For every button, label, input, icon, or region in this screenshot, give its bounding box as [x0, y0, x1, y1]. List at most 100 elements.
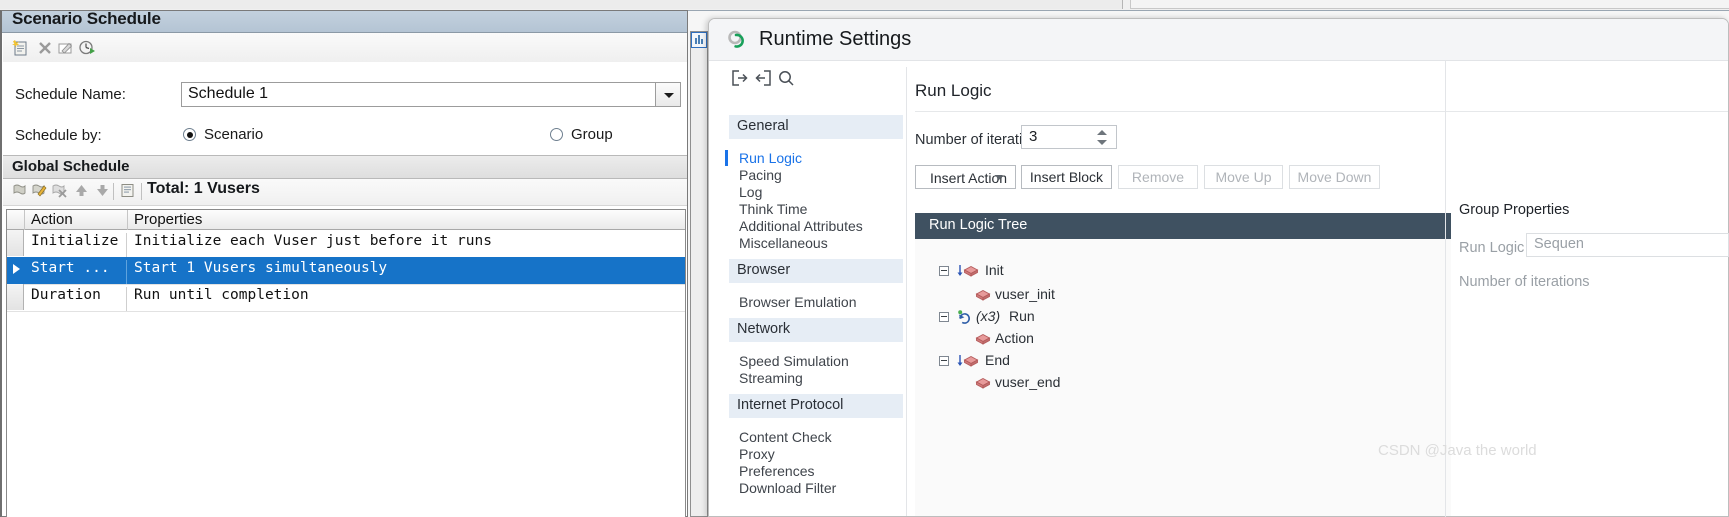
row-action: Initialize — [25, 233, 127, 257]
table-gutter-header — [7, 210, 25, 230]
props-run-logic-value: Sequen — [1534, 236, 1584, 252]
clock-run-icon[interactable] — [77, 38, 97, 58]
sidebar-group-label: Internet Protocol — [737, 397, 844, 413]
run-logic-tree[interactable]: Run Logic Tree Init vuser_init (x3) Run … — [915, 213, 1451, 516]
brick-icon — [975, 332, 991, 345]
insert-block-button[interactable]: Insert Block — [1021, 165, 1112, 189]
global-schedule-table[interactable]: Action Properties Initialize Initialize … — [6, 209, 686, 517]
dialog-sidebar: General Run Logic Pacing Log Think Time … — [723, 61, 903, 516]
sidebar-item-speed-simulation[interactable]: Speed Simulation — [729, 353, 903, 370]
tree-title: Run Logic Tree — [929, 217, 1028, 233]
sidebar-item-download-filter[interactable]: Download Filter — [729, 480, 903, 497]
delete-action-icon[interactable] — [51, 182, 68, 199]
sidebar-item-content-check[interactable]: Content Check — [729, 429, 903, 446]
sidebar-item-preferences[interactable]: Preferences — [729, 463, 903, 480]
tree-node-label: End — [985, 352, 1010, 368]
tree-node-label: Action — [995, 330, 1034, 346]
row-action: Start ... — [25, 260, 127, 284]
move-up-icon[interactable] — [73, 182, 90, 199]
sidebar-item-proxy[interactable]: Proxy — [729, 446, 903, 463]
sidebar-list: General Run Logic Pacing Log Think Time … — [725, 115, 903, 497]
schedule-name-input[interactable]: Schedule 1 — [181, 82, 681, 107]
copy-icon[interactable] — [119, 182, 136, 199]
sidebar-item-run-logic[interactable]: Run Logic — [725, 150, 903, 167]
table-row[interactable]: Start ... Start 1 Vusers simultaneously — [7, 257, 685, 285]
radio-scenario-label: Scenario — [204, 126, 264, 143]
iterations-stepper[interactable]: 3 — [1021, 125, 1117, 149]
global-schedule-toolbar: Total: 1 Vusers — [3, 179, 687, 206]
column-header-properties[interactable]: Properties — [128, 210, 685, 230]
search-icon[interactable] — [777, 69, 795, 92]
dialog-title: Runtime Settings — [759, 28, 912, 50]
props-run-logic-label: Run Logic — [1459, 240, 1525, 256]
table-row[interactable]: Initialize Initialize each Vuser just be… — [7, 230, 685, 258]
dialog-titlebar: Runtime Settings — [709, 19, 1728, 61]
toolbar-separator-1 — [113, 183, 114, 200]
end-brick-icon — [963, 354, 979, 367]
sidebar-item-log[interactable]: Log — [729, 184, 903, 201]
watermark: CSDN @Java the world — [1378, 442, 1537, 459]
sidebar-group-label: Browser — [737, 262, 791, 278]
add-action-icon[interactable] — [11, 182, 28, 199]
tree-node-label: vuser_end — [995, 374, 1061, 390]
sidebar-item-browser-emulation[interactable]: Browser Emulation — [729, 294, 903, 311]
sidebar-group-label: General — [737, 118, 789, 134]
panel-title: Run Logic — [915, 81, 992, 100]
sidebar-item-pacing[interactable]: Pacing — [729, 167, 903, 184]
move-down-button[interactable]: Move Down — [1289, 165, 1380, 189]
page-title: Scenario Schedule — [12, 9, 161, 28]
row-gutter — [7, 284, 24, 310]
sidebar-group-general: General — [729, 115, 903, 139]
move-up-button[interactable]: Move Up — [1204, 165, 1283, 189]
screenshot-root: Scenario Schedule Schedule Name: Schedul… — [0, 0, 1729, 517]
runtime-settings-dialog: Runtime Settings General Run Logic Pacin… — [708, 18, 1729, 517]
sidebar-item-additional-attributes[interactable]: Additional Attributes — [729, 218, 903, 235]
scenario-toolbar — [3, 33, 687, 63]
sidebar-item-think-time[interactable]: Think Time — [729, 201, 903, 218]
delete-icon[interactable] — [35, 38, 55, 58]
chevron-down-icon[interactable] — [655, 83, 680, 106]
row-properties: Start 1 Vusers simultaneously — [134, 260, 388, 276]
move-up-label: Move Up — [1215, 169, 1272, 185]
sidebar-item-streaming[interactable]: Streaming — [729, 370, 903, 387]
move-down-icon[interactable] — [94, 182, 111, 199]
collapse-all-icon[interactable] — [754, 69, 772, 92]
global-schedule-header: Global Schedule — [3, 155, 687, 179]
expand-all-icon[interactable] — [731, 69, 749, 92]
app-background-left — [0, 0, 1123, 9]
edit-action-icon[interactable] — [31, 182, 48, 199]
radio-group[interactable] — [550, 128, 563, 141]
loop-icon — [957, 309, 971, 324]
props-iterations-label: Number of iterations — [1459, 274, 1590, 290]
brick-icon — [975, 288, 991, 301]
sidebar-group-label: Network — [737, 321, 791, 337]
sidebar-divider — [906, 67, 907, 516]
sidebar-group-network: Network — [729, 318, 903, 342]
edit-icon[interactable] — [56, 38, 76, 58]
collapse-toggle-icon[interactable] — [939, 356, 949, 366]
row-gutter — [7, 257, 24, 283]
collapse-toggle-icon[interactable] — [939, 266, 949, 276]
props-run-logic-select[interactable]: Sequen — [1526, 233, 1729, 257]
column-header-action[interactable]: Action — [25, 210, 128, 230]
stepper-arrows-icon[interactable] — [1097, 129, 1108, 146]
group-properties-title: Group Properties — [1459, 202, 1570, 218]
radio-scenario[interactable] — [183, 128, 196, 141]
tree-header: Run Logic Tree — [915, 213, 1451, 239]
chart-icon[interactable] — [691, 32, 707, 48]
remove-button[interactable]: Remove — [1118, 165, 1198, 189]
collapse-toggle-icon[interactable] — [939, 312, 949, 322]
row-action: Duration — [25, 287, 127, 311]
row-gutter — [7, 230, 24, 256]
table-row[interactable]: Duration Run until completion — [7, 284, 685, 312]
radio-group-label: Group — [571, 126, 613, 143]
tree-node-label: Init — [985, 262, 1004, 278]
new-schedule-icon[interactable] — [11, 38, 31, 58]
row-properties: Initialize each Vuser just before it run… — [134, 233, 492, 249]
insert-action-button[interactable]: Insert Action — [915, 165, 1016, 189]
sidebar-item-miscellaneous[interactable]: Miscellaneous — [729, 235, 903, 252]
